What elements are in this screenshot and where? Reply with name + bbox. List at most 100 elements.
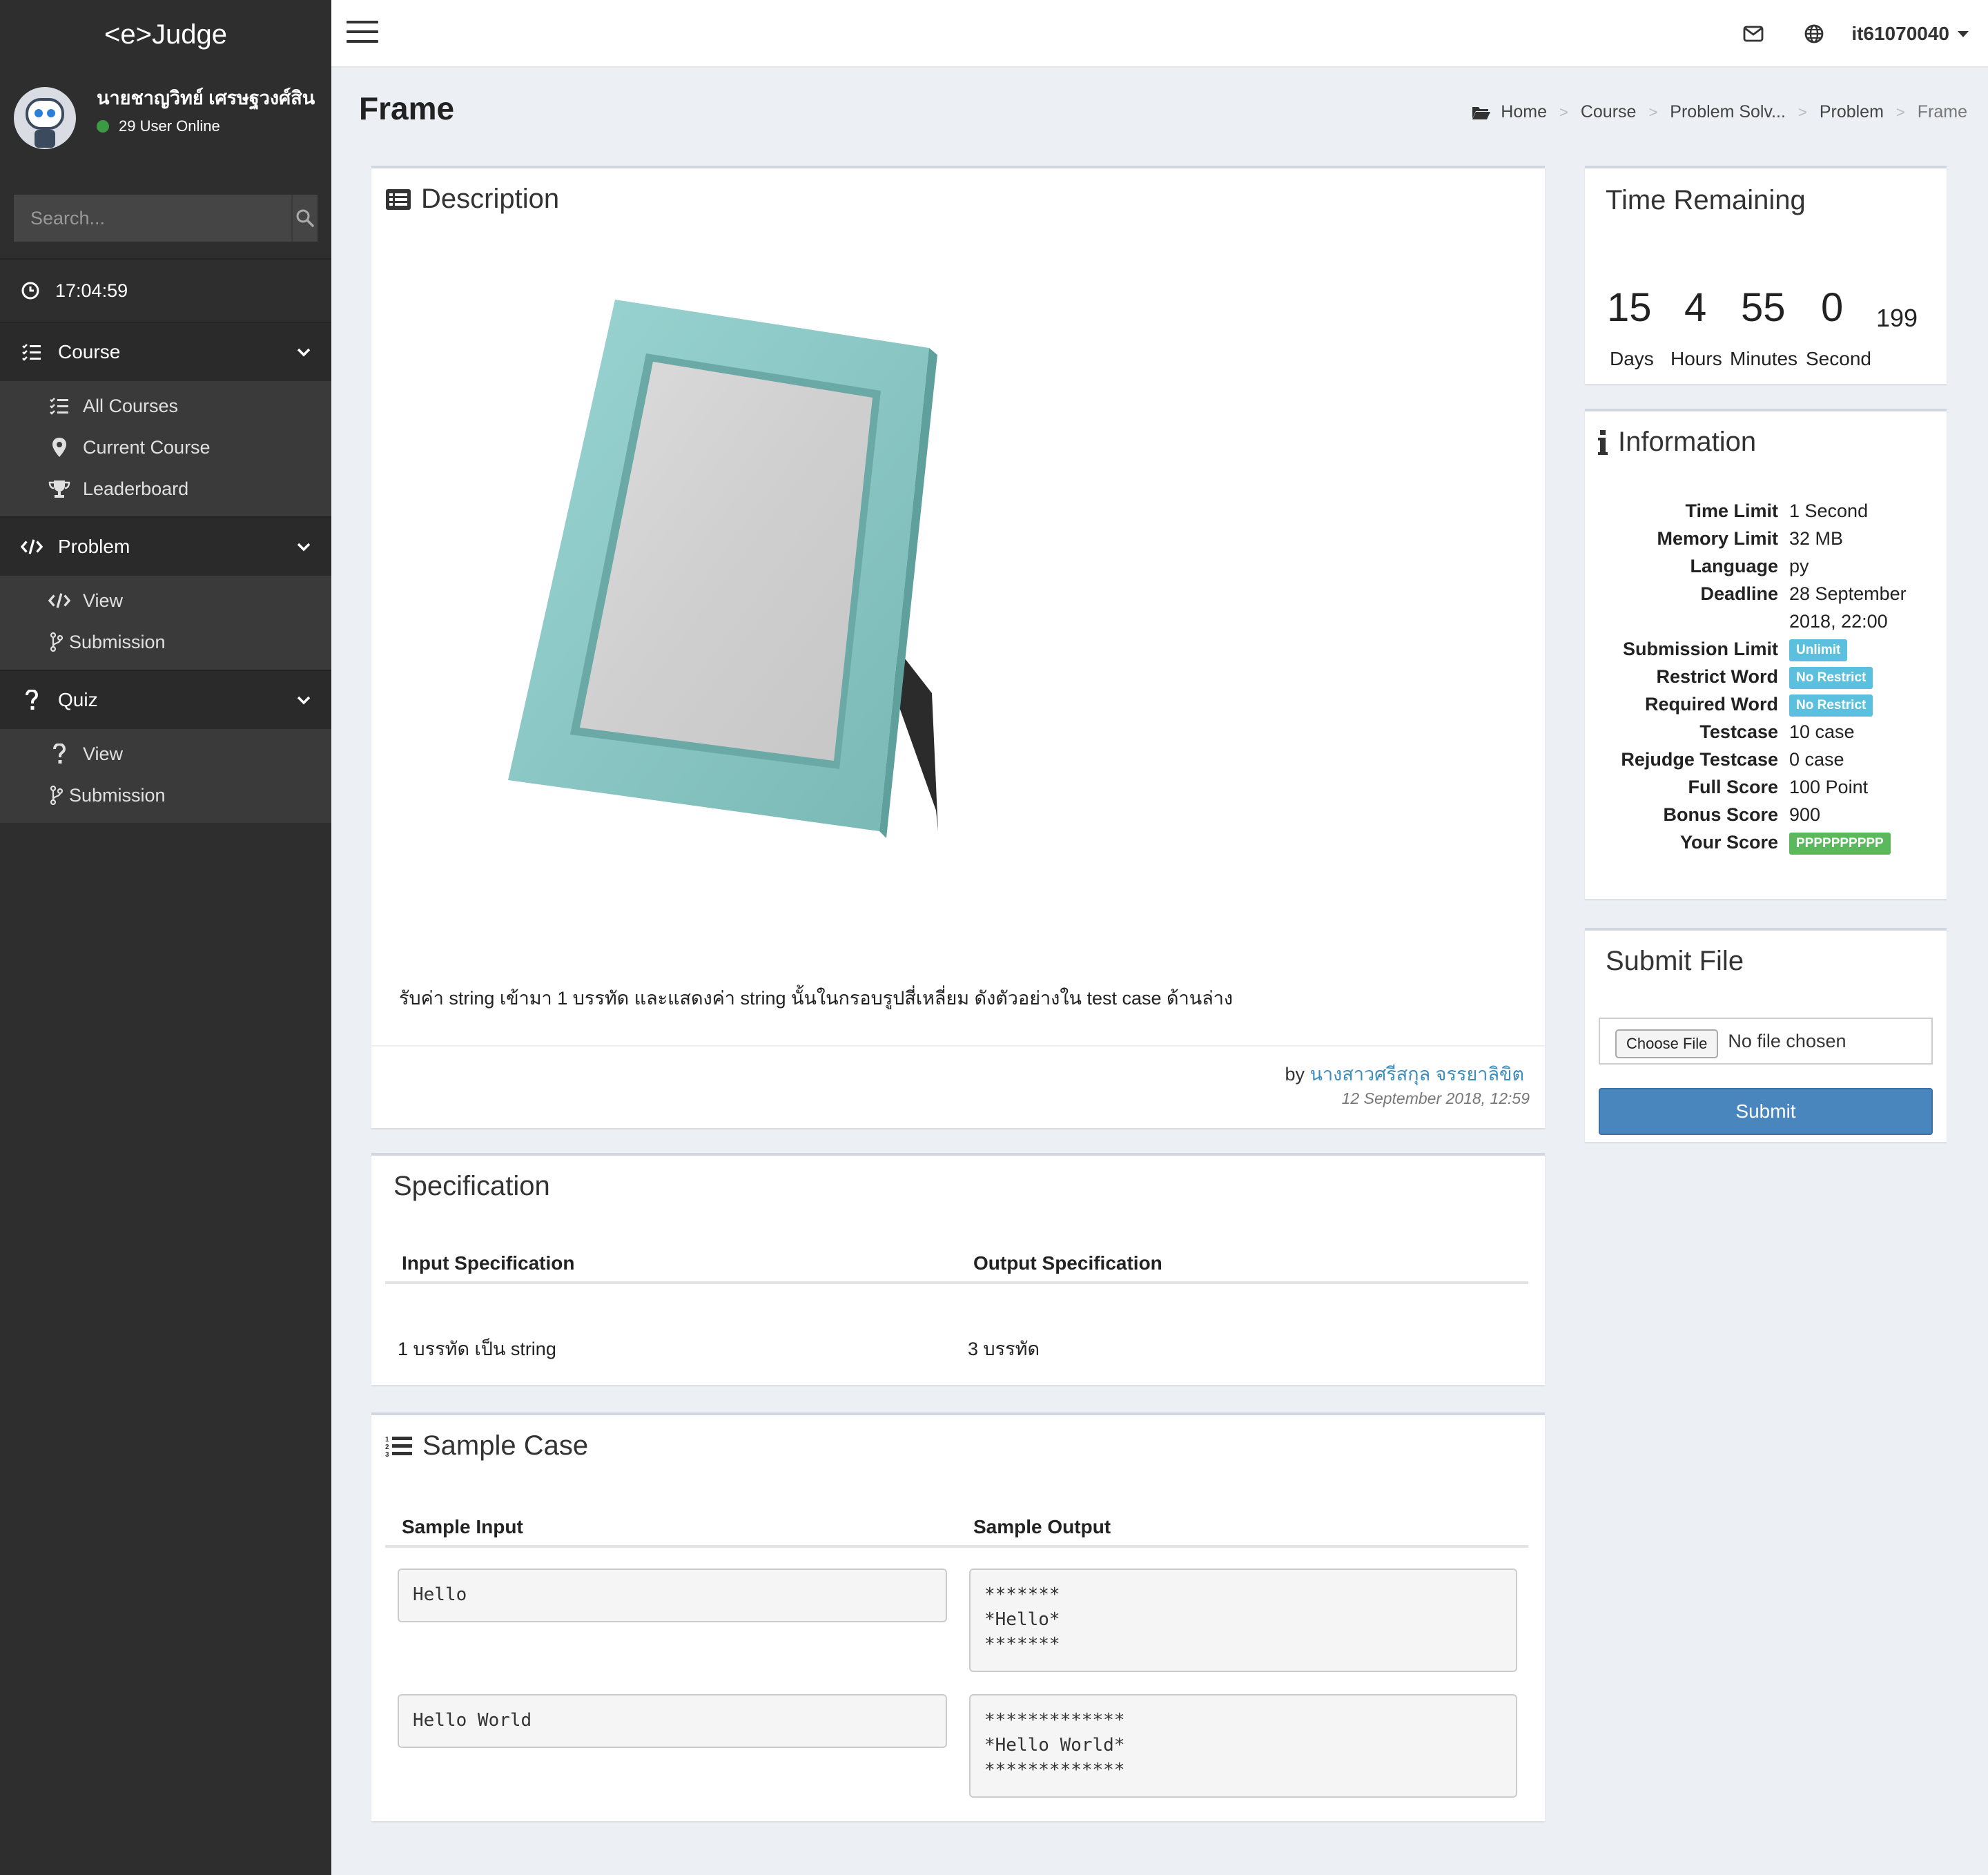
output-spec-value: 3 บรรทัด bbox=[968, 1339, 1040, 1359]
sidebar-item-problem-submission[interactable]: Submission bbox=[0, 621, 331, 663]
file-input[interactable]: Choose File No file chosen bbox=[1599, 1018, 1933, 1065]
info-key: Time Limit bbox=[1685, 501, 1778, 521]
sidebar-item-leaderboard[interactable]: Leaderboard bbox=[0, 468, 331, 509]
map-marker-icon bbox=[52, 438, 66, 457]
info-icon bbox=[1598, 429, 1608, 455]
sample-input-1[interactable]: Hello bbox=[398, 1568, 947, 1622]
time-remaining-title: Time Remaining bbox=[1606, 185, 1806, 215]
info-key: Bonus Score bbox=[1663, 804, 1778, 825]
info-key: Full Score bbox=[1688, 777, 1778, 797]
sidebar-menu-problem[interactable]: Problem bbox=[0, 516, 331, 576]
search-button[interactable] bbox=[291, 195, 318, 242]
sample-case-box: 123 Sample Case Sample Input Sample Outp… bbox=[371, 1412, 1545, 1821]
info-key: Deadline bbox=[1700, 583, 1778, 604]
info-value: 900 bbox=[1789, 804, 1821, 825]
sidebar-menu-label: Quiz bbox=[58, 689, 98, 710]
globe-icon bbox=[1804, 24, 1824, 43]
specification-title: Specification bbox=[393, 1171, 550, 1201]
breadcrumb-course[interactable]: Course bbox=[1581, 102, 1637, 122]
time-remaining-box: Time Remaining 15 4 55 0 199 Days Hours … bbox=[1585, 166, 1947, 384]
info-key: Restrict Word bbox=[1656, 666, 1778, 687]
chevron-down-icon bbox=[297, 543, 311, 552]
breadcrumb-current: Frame bbox=[1917, 102, 1967, 122]
info-value: 1 Second bbox=[1789, 501, 1869, 521]
sidebar: <e>Judge นายชาญวิทย์ เศรษฐวงศ์สิน 29 Use… bbox=[0, 0, 331, 1875]
countdown-days: 15 bbox=[1607, 285, 1652, 330]
sidebar-item-problem-view[interactable]: View bbox=[0, 580, 331, 621]
sidebar-clock: 17:04:59 bbox=[0, 260, 331, 322]
main-content: Frame Home > Course > Problem Solv... > … bbox=[331, 68, 1988, 1875]
search-icon bbox=[296, 209, 314, 227]
info-key: Memory Limit bbox=[1657, 528, 1778, 549]
required-word-badge: No Restrict bbox=[1789, 694, 1873, 717]
svg-text:2: 2 bbox=[385, 1444, 389, 1451]
author-link[interactable]: นางสาวศรีสกุล จรรยาลิขิต bbox=[1310, 1064, 1524, 1085]
submit-file-title: Submit File bbox=[1606, 946, 1744, 976]
user-menu-dropdown[interactable]: it61070040 bbox=[1844, 23, 1988, 45]
username: it61070040 bbox=[1851, 23, 1949, 44]
breadcrumb-problem[interactable]: Problem bbox=[1820, 102, 1884, 122]
folder-open-icon bbox=[1472, 106, 1491, 119]
countdown-minutes: 55 bbox=[1741, 285, 1786, 330]
sample-table-header: Sample Input Sample Output bbox=[385, 1516, 1528, 1548]
online-count: 29 User Online bbox=[119, 117, 220, 135]
sidebar-menu-label: Problem bbox=[58, 536, 130, 557]
sidebar-item-quiz-view[interactable]: View bbox=[0, 733, 331, 775]
input-spec-header: Input Specification bbox=[402, 1252, 575, 1274]
created-date: 12 September 2018, 12:59 bbox=[1341, 1089, 1530, 1107]
user-name: นายชาญวิทย์ เศรษฐวงศ์สิน bbox=[97, 88, 315, 108]
output-spec-header: Output Specification bbox=[973, 1252, 1162, 1274]
code-branch-icon bbox=[50, 632, 64, 652]
description-title: Description bbox=[385, 184, 559, 215]
file-status: No file chosen bbox=[1728, 1030, 1846, 1051]
by-label: by bbox=[1285, 1064, 1305, 1085]
countdown-seconds: 0 bbox=[1821, 285, 1844, 330]
info-key: Submission Limit bbox=[1622, 639, 1778, 659]
sidebar-item-all-courses[interactable]: All Courses bbox=[0, 385, 331, 427]
breadcrumb: Home > Course > Problem Solv... > Proble… bbox=[1472, 102, 1967, 122]
language-button[interactable] bbox=[1784, 24, 1844, 43]
app-logo[interactable]: <e>Judge bbox=[0, 0, 331, 69]
code-icon bbox=[48, 593, 70, 608]
sidebar-menu-quiz[interactable]: Quiz bbox=[0, 670, 331, 729]
countdown-seconds-label: Second bbox=[1806, 348, 1871, 369]
countdown-days-label: Days bbox=[1610, 348, 1654, 369]
box-title-label: Information bbox=[1618, 427, 1757, 457]
sample-output-2[interactable]: ************* *Hello World* ************… bbox=[969, 1694, 1517, 1798]
svg-text:3: 3 bbox=[385, 1451, 389, 1458]
breadcrumb-home[interactable]: Home bbox=[1501, 102, 1547, 122]
list-check-icon bbox=[50, 398, 68, 415]
submit-button[interactable]: Submit bbox=[1599, 1088, 1933, 1135]
sample-case-title: 123 Sample Case bbox=[385, 1430, 588, 1461]
choose-file-button[interactable]: Choose File bbox=[1615, 1029, 1719, 1058]
sample-input-2[interactable]: Hello World bbox=[398, 1694, 947, 1748]
mail-icon bbox=[1743, 26, 1764, 42]
submit-file-box: Submit File Choose File No file chosen S… bbox=[1585, 928, 1947, 1142]
countdown-hours-label: Hours bbox=[1670, 348, 1722, 369]
description-box: Description รับค่า string เข้ามา 1 บรรทั… bbox=[371, 166, 1545, 1128]
question-icon bbox=[53, 744, 66, 764]
sidebar-item-current-course[interactable]: Current Course bbox=[0, 427, 331, 468]
sidebar-menu-label: Course bbox=[58, 341, 121, 362]
info-key: Testcase bbox=[1699, 721, 1778, 742]
specification-table-header: Input Specification Output Specification bbox=[385, 1252, 1528, 1284]
information-box: Information Time Limit 1 Second Memory L… bbox=[1585, 409, 1947, 899]
info-value: 32 MB bbox=[1789, 528, 1844, 549]
info-key: Rejudge Testcase bbox=[1621, 749, 1778, 770]
sample-output-1[interactable]: ******* *Hello* ******* bbox=[969, 1568, 1517, 1672]
sidebar-menu-course[interactable]: Course bbox=[0, 322, 331, 381]
clock-icon bbox=[21, 282, 39, 300]
sidebar-item-label: View bbox=[83, 590, 124, 611]
breadcrumb-problem-solving[interactable]: Problem Solv... bbox=[1670, 102, 1786, 122]
sidebar-item-quiz-submission[interactable]: Submission bbox=[0, 775, 331, 816]
sidebar-item-label: Submission bbox=[69, 631, 166, 652]
messages-button[interactable] bbox=[1723, 26, 1784, 42]
sidebar-item-label: Submission bbox=[69, 784, 166, 806]
countdown-hours: 4 bbox=[1684, 285, 1707, 330]
chevron-down-icon bbox=[297, 696, 311, 705]
search-input[interactable] bbox=[14, 195, 291, 242]
info-value: 2018, 22:00 bbox=[1789, 611, 1888, 632]
sidebar-search bbox=[14, 195, 318, 242]
sidebar-toggle-button[interactable] bbox=[347, 21, 378, 48]
sidebar-item-label: Current Course bbox=[83, 436, 211, 458]
